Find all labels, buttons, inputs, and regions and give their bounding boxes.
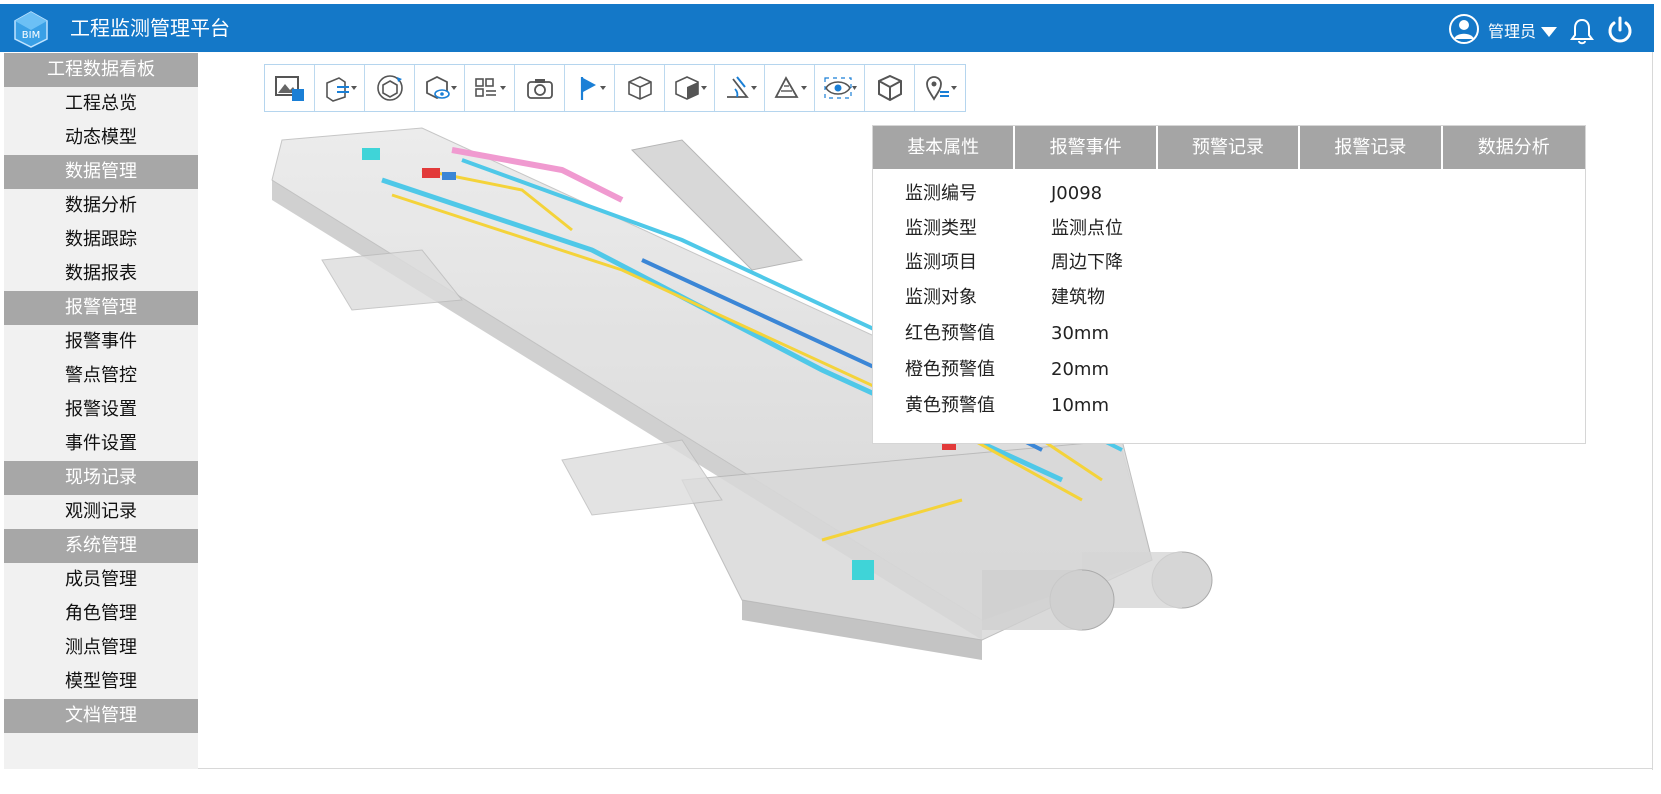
top-header: BIM 工程监测管理平台 管理员 [0, 4, 1654, 52]
tool-cube-outline[interactable] [615, 65, 665, 111]
property-value: 监测点位 [1051, 218, 1123, 239]
section-box-icon [325, 77, 357, 102]
monitoring-point-panel: 基本属性 报警事件 预警记录 报警记录 数据分析 监测编号 J0098 监测类型… [872, 125, 1586, 444]
panel-tabs: 基本属性 报警事件 预警记录 报警记录 数据分析 [873, 126, 1585, 169]
sidebar-item-roles[interactable]: 角色管理 [4, 597, 198, 631]
model-toolbar [264, 64, 966, 112]
property-key: 红色预警值 [905, 323, 995, 344]
main-border-right [1652, 52, 1653, 770]
user-name[interactable]: 管理员 [1488, 22, 1536, 42]
tool-camera[interactable] [515, 65, 565, 111]
location-pin-icon [926, 76, 957, 101]
property-key: 监测类型 [905, 218, 977, 239]
sidebar-group-data[interactable]: 数据管理 [4, 155, 198, 189]
sidebar-item-data-analysis[interactable]: 数据分析 [4, 189, 198, 223]
sidebar-item-dynamic-model[interactable]: 动态模型 [4, 121, 198, 155]
caret-down-icon[interactable] [1540, 26, 1558, 38]
property-value: 30mm [1051, 323, 1109, 344]
sidebar-group-alarm[interactable]: 报警管理 [4, 291, 198, 325]
property-key: 监测编号 [905, 183, 977, 204]
sidebar-item-alarm-events[interactable]: 报警事件 [4, 325, 198, 359]
tab-alarm-records[interactable]: 报警记录 [1300, 126, 1443, 169]
sidebar-item-models[interactable]: 模型管理 [4, 665, 198, 699]
power-icon[interactable] [1606, 16, 1634, 44]
tab-alarm-events[interactable]: 报警事件 [1015, 126, 1158, 169]
svg-text:BIM: BIM [22, 30, 40, 41]
app-title: 工程监测管理平台 [70, 16, 230, 40]
sidebar-item-data-report[interactable]: 数据报表 [4, 257, 198, 291]
image-save-icon [274, 76, 304, 101]
property-key: 橙色预警值 [905, 359, 995, 380]
cube-outline-icon [627, 76, 652, 100]
property-value: 建筑物 [1051, 287, 1105, 308]
tool-flag[interactable] [565, 65, 615, 111]
sidebar-item-points[interactable]: 测点管理 [4, 631, 198, 665]
tab-basic-properties[interactable]: 基本属性 [873, 126, 1016, 169]
measure-area-icon [774, 76, 807, 98]
sidebar-item-data-tracking[interactable]: 数据跟踪 [4, 223, 198, 257]
sidebar-item-alarm-points[interactable]: 警点管控 [4, 359, 198, 393]
sidebar-item-members[interactable]: 成员管理 [4, 563, 198, 597]
sidebar-item-observation[interactable]: 观测记录 [4, 495, 198, 529]
cube-shaded-icon [674, 76, 707, 100]
property-key: 监测项目 [905, 252, 977, 273]
tab-warning-records[interactable]: 预警记录 [1157, 126, 1301, 169]
property-key: 监测对象 [905, 287, 977, 308]
property-key: 黄色预警值 [905, 395, 995, 416]
tool-location-pin[interactable] [915, 65, 965, 111]
main-border-bottom [198, 768, 1653, 769]
tool-measure-angle[interactable] [715, 65, 765, 111]
cube-3d-icon [877, 74, 902, 102]
sidebar-item-overview[interactable]: 工程总览 [4, 87, 198, 121]
rotate-model-icon [376, 75, 403, 101]
user-avatar-icon[interactable] [1448, 13, 1480, 45]
tool-rotate-model[interactable] [365, 65, 415, 111]
tool-cube-3d[interactable] [865, 65, 915, 111]
sidebar-group-system[interactable]: 系统管理 [4, 529, 198, 563]
tool-image-save[interactable] [265, 65, 315, 111]
property-value: 20mm [1051, 359, 1109, 380]
property-value: 10mm [1051, 395, 1109, 416]
bell-icon[interactable] [1569, 17, 1595, 45]
property-value: J0098 [1051, 183, 1103, 204]
tool-measure-area[interactable] [765, 65, 815, 111]
view-mode-icon [425, 75, 457, 100]
list-grid-icon [474, 78, 506, 97]
tool-cube-shaded[interactable] [665, 65, 715, 111]
tool-view-mode[interactable] [415, 65, 465, 111]
sidebar-item-alarm-settings[interactable]: 报警设置 [4, 393, 198, 427]
tool-list-grid[interactable] [465, 65, 515, 111]
bim-logo-icon[interactable]: BIM [12, 10, 50, 48]
flag-icon [580, 77, 606, 100]
sidebar-nav: 工程数据看板 工程总览 动态模型 数据管理 数据分析 数据跟踪 数据报表 报警管… [4, 53, 198, 769]
tool-eye-visibility[interactable] [815, 65, 865, 111]
tool-section-box[interactable] [315, 65, 365, 111]
eye-visibility-icon [823, 77, 857, 99]
property-value: 周边下降 [1051, 252, 1123, 273]
camera-icon [526, 79, 553, 99]
sidebar-group-dashboard[interactable]: 工程数据看板 [4, 53, 198, 87]
sidebar-group-documents[interactable]: 文档管理 [4, 699, 198, 733]
sidebar-item-event-settings[interactable]: 事件设置 [4, 427, 198, 461]
measure-angle-icon [726, 76, 757, 98]
tab-data-analysis[interactable]: 数据分析 [1442, 126, 1585, 169]
sidebar-group-field-records[interactable]: 现场记录 [4, 461, 198, 495]
